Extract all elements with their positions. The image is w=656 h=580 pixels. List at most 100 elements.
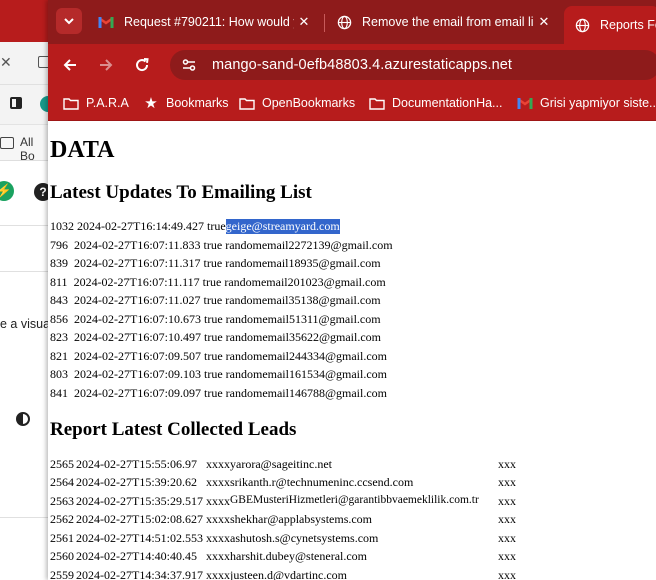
bookmark-grisi[interactable]: Grisi yapmiyor siste... [516, 94, 656, 112]
background-window-content: ⚡ ? e a visua [0, 160, 50, 580]
bookmark-label: OpenBookmarks [262, 96, 356, 110]
table-row: 796 2024-02-27T16:07:11.833 true randome… [50, 238, 393, 256]
row-timestamp: 2024-02-27T16:07:10.673 [74, 312, 201, 326]
url-text[interactable]: mango-sand-0efb48803.4.azurestaticapps.n… [212, 57, 512, 73]
bookmark-bookmarks[interactable]: ★ Bookmarks [142, 94, 229, 112]
divider [0, 517, 50, 518]
background-window-titlebar [0, 0, 50, 42]
globe-icon [336, 14, 352, 30]
row-email: randomemail18935@gmail.com [225, 256, 381, 270]
tab-strip: Request #790211: How would yo ✕ Remove t… [48, 0, 656, 44]
lead-email: harshit.dubey@steneral.com [230, 549, 368, 563]
table-row: 823 2024-02-27T16:07:10.497 true randome… [50, 330, 381, 348]
background-window-toolbar: ✕ [0, 44, 50, 84]
lead-col5: xxx [498, 549, 516, 563]
row-flag: true [204, 386, 223, 400]
lead-col3: xxxx [206, 475, 230, 489]
lead-timestamp: 2024-02-27T14:51:02.553 [76, 531, 203, 545]
bookmark-para[interactable]: P.A.R.A [62, 94, 129, 112]
lead-email: justeen.d@vdartinc.com [230, 568, 348, 580]
row-flag: true [204, 312, 223, 326]
site-info-icon[interactable] [174, 50, 204, 80]
lead-timestamp: 2024-02-27T15:35:29.517 [76, 494, 203, 508]
tab-search-button[interactable] [56, 8, 82, 34]
table-row: 821 2024-02-27T16:07:09.507 true randome… [50, 349, 387, 367]
lead-col5: xxx [498, 531, 516, 545]
row-id: 811 [50, 275, 68, 289]
table-row: 856 2024-02-27T16:07:10.673 true randome… [50, 312, 381, 330]
tab-title: Request #790211: How would yo [124, 15, 294, 29]
table-row: 2564 2024-02-27T15:39:20.62 xxxx srikant… [50, 475, 656, 493]
bookmark-documentation[interactable]: DocumentationHa... [368, 94, 502, 112]
tab-title: Reports For [600, 18, 656, 32]
bookmark-label: Grisi yapmiyor siste... [540, 96, 656, 110]
reload-icon [136, 58, 149, 72]
row-id: 796 [50, 238, 68, 252]
close-icon[interactable]: ✕ [536, 14, 552, 30]
reload-button[interactable] [130, 53, 154, 77]
lead-col3: xxxx [206, 531, 230, 545]
sidebar-icon[interactable] [10, 97, 22, 109]
tab-request[interactable]: Request #790211: How would yo ✕ [88, 6, 320, 38]
address-bar[interactable]: mango-sand-0efb48803.4.azurestaticapps.n… [170, 50, 656, 80]
row-timestamp: 2024-02-27T16:07:11.027 [74, 293, 201, 307]
row-id: 823 [50, 330, 68, 344]
row-timestamp: 2024-02-27T16:07:11.833 [74, 238, 201, 252]
close-tab-icon[interactable]: ✕ [0, 54, 12, 71]
row-id: 843 [50, 293, 68, 307]
folder-icon [368, 94, 386, 112]
gmail-icon [98, 14, 114, 30]
bookmark-label[interactable]: All Bo [20, 135, 50, 163]
row-email-selected[interactable]: geige@streamyard.com [225, 219, 340, 234]
lead-col3: xxxx [206, 568, 230, 580]
bookmark-label: Bookmarks [166, 96, 229, 110]
bookmark-label: P.A.R.A [86, 96, 129, 110]
bolt-icon[interactable]: ⚡ [0, 181, 14, 201]
row-id: 803 [50, 367, 68, 381]
background-text: e a visua [0, 317, 50, 331]
lead-col5: xxx [498, 568, 516, 580]
row-timestamp: 2024-02-27T16:07:09.097 [74, 386, 201, 400]
lead-email: ashutosh.s@cynetsystems.com [230, 531, 379, 545]
forward-button[interactable] [94, 53, 118, 77]
lead-timestamp: 2024-02-27T15:55:06.97 [76, 457, 197, 471]
row-email: randomemail35622@gmail.com [225, 330, 382, 344]
tab-remove-email[interactable]: Remove the email from email li ✕ [326, 6, 560, 38]
row-timestamp: 2024-02-27T16:07:10.497 [74, 330, 201, 344]
contrast-icon[interactable] [16, 412, 30, 426]
page-title: DATA [50, 137, 115, 163]
lead-col5: xxx [498, 475, 516, 489]
lead-col3: xxxx [206, 512, 230, 526]
row-flag: true [203, 256, 223, 270]
table-row: 2565 2024-02-27T15:55:06.97 xxxx yarora@… [50, 457, 656, 475]
lead-timestamp: 2024-02-27T14:40:40.45 [76, 549, 197, 563]
bookmark-openbookmarks[interactable]: OpenBookmarks [238, 94, 355, 112]
folder-icon [62, 94, 80, 112]
leads-heading: Report Latest Collected Leads [50, 419, 297, 440]
table-row: 1032 2024-02-27T16:14:49.427 truegeige@s… [50, 219, 340, 237]
background-window-bookmarks: All Bo [0, 124, 50, 163]
row-email: randomemail51311@gmail.com [225, 312, 381, 326]
back-button[interactable] [58, 53, 82, 77]
row-flag: true [204, 330, 223, 344]
star-icon: ★ [144, 95, 158, 112]
row-email: randomemail146788@gmail.com [225, 386, 388, 400]
table-row: 839 2024-02-27T16:07:11.317 true randome… [50, 256, 381, 274]
folder-icon[interactable] [0, 137, 14, 149]
lead-col3: xxxx [206, 494, 230, 508]
close-icon[interactable]: ✕ [296, 14, 312, 30]
globe-icon [574, 17, 590, 33]
row-flag: true [203, 293, 223, 307]
table-row: 2561 2024-02-27T14:51:02.553 xxxx ashuto… [50, 531, 656, 549]
lead-timestamp: 2024-02-27T14:34:37.917 [76, 568, 203, 580]
lead-id: 2565 [50, 457, 74, 471]
browser-window: Request #790211: How would yo ✕ Remove t… [48, 0, 656, 580]
row-timestamp: 2024-02-27T16:07:11.117 [73, 275, 200, 289]
gmail-icon [516, 94, 534, 112]
tab-reports[interactable]: Reports For [564, 6, 656, 44]
chevron-down-icon [64, 18, 74, 25]
row-id: 856 [50, 312, 68, 326]
lead-email: yarora@sageitinc.net [230, 457, 333, 471]
table-row: 841 2024-02-27T16:07:09.097 true randome… [50, 386, 387, 404]
divider [0, 271, 50, 272]
